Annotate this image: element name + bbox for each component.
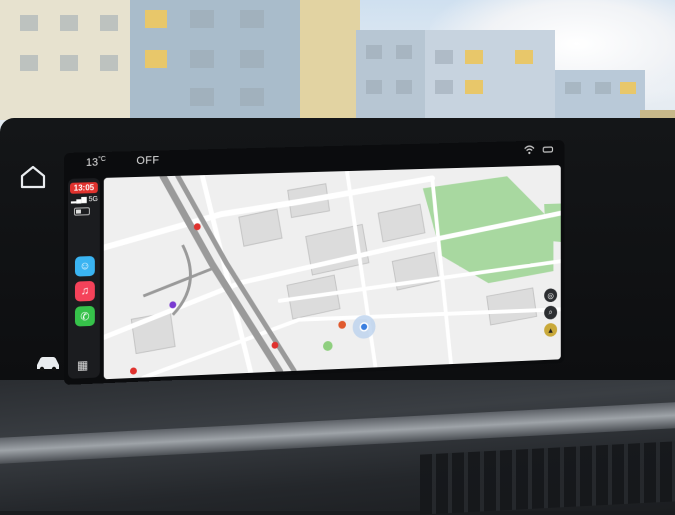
music-icon[interactable]: ♫ (74, 280, 95, 302)
infotainment-screen: 13°C OFF 13:05 ▂▄▆ 5G ☺ ♫ ✆ ▦ ◎ ⌕ ▲ (64, 139, 565, 385)
carplay-clock: 13:05 (69, 182, 98, 194)
current-location-dot (360, 323, 368, 331)
climate-status[interactable]: OFF (136, 154, 159, 167)
app-grid-icon[interactable]: ▦ (77, 358, 88, 372)
temperature-value: 13 (85, 156, 99, 170)
network-type: 5G (88, 196, 98, 204)
park-area (544, 203, 561, 243)
car-button[interactable] (34, 352, 62, 374)
home-button[interactable] (18, 163, 48, 191)
carplay-dock: 13:05 ▂▄▆ 5G ☺ ♫ ✆ ▦ (67, 177, 100, 379)
home-icon (20, 165, 46, 189)
temperature-unit: °C (98, 155, 106, 164)
waze-icon[interactable]: ☺ (74, 255, 95, 277)
phone-icon[interactable]: ✆ (74, 305, 95, 327)
temperature-readout[interactable]: 13°C (86, 156, 106, 169)
building (425, 30, 555, 130)
battery-icon (73, 207, 90, 216)
building (0, 0, 140, 120)
navigation-map[interactable]: ◎ ⌕ ▲ (103, 165, 561, 380)
car-icon (37, 357, 59, 372)
network-indicator: ▂▄▆ 5G (71, 195, 98, 204)
signal-bars-icon: ▂▄▆ (70, 196, 87, 204)
map-canvas (103, 165, 561, 380)
car-status-icon (542, 144, 553, 154)
building (300, 0, 360, 125)
building (356, 30, 436, 125)
wifi-icon (524, 145, 535, 155)
